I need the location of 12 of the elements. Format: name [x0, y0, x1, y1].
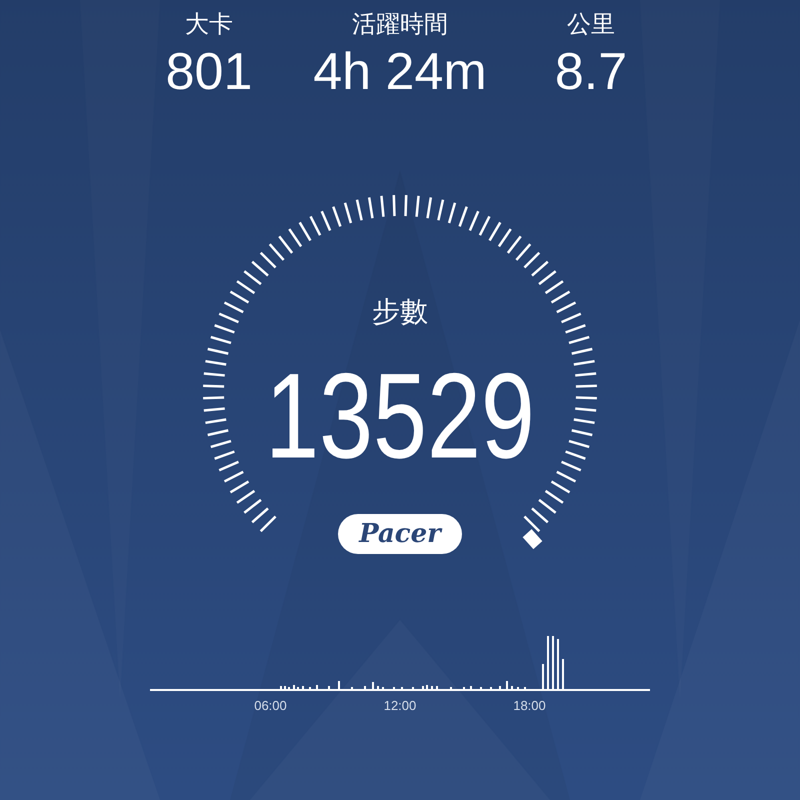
stat-label: 公里	[567, 10, 615, 40]
stat-label: 活躍時間	[352, 10, 448, 40]
time-label: 06:00	[253, 697, 288, 715]
brand-logo: Pacer	[338, 514, 462, 554]
stat-value: 801	[166, 42, 252, 102]
time-label: 18:00	[512, 697, 547, 715]
gauge-label: 步數	[372, 295, 428, 329]
step-count: 13529	[265, 354, 535, 478]
time-label: 12:00	[382, 697, 418, 715]
stat-value: 8.7	[554, 42, 628, 102]
stat-label: 大卡	[185, 10, 233, 40]
stat-value: 4h 24m	[313, 42, 487, 102]
